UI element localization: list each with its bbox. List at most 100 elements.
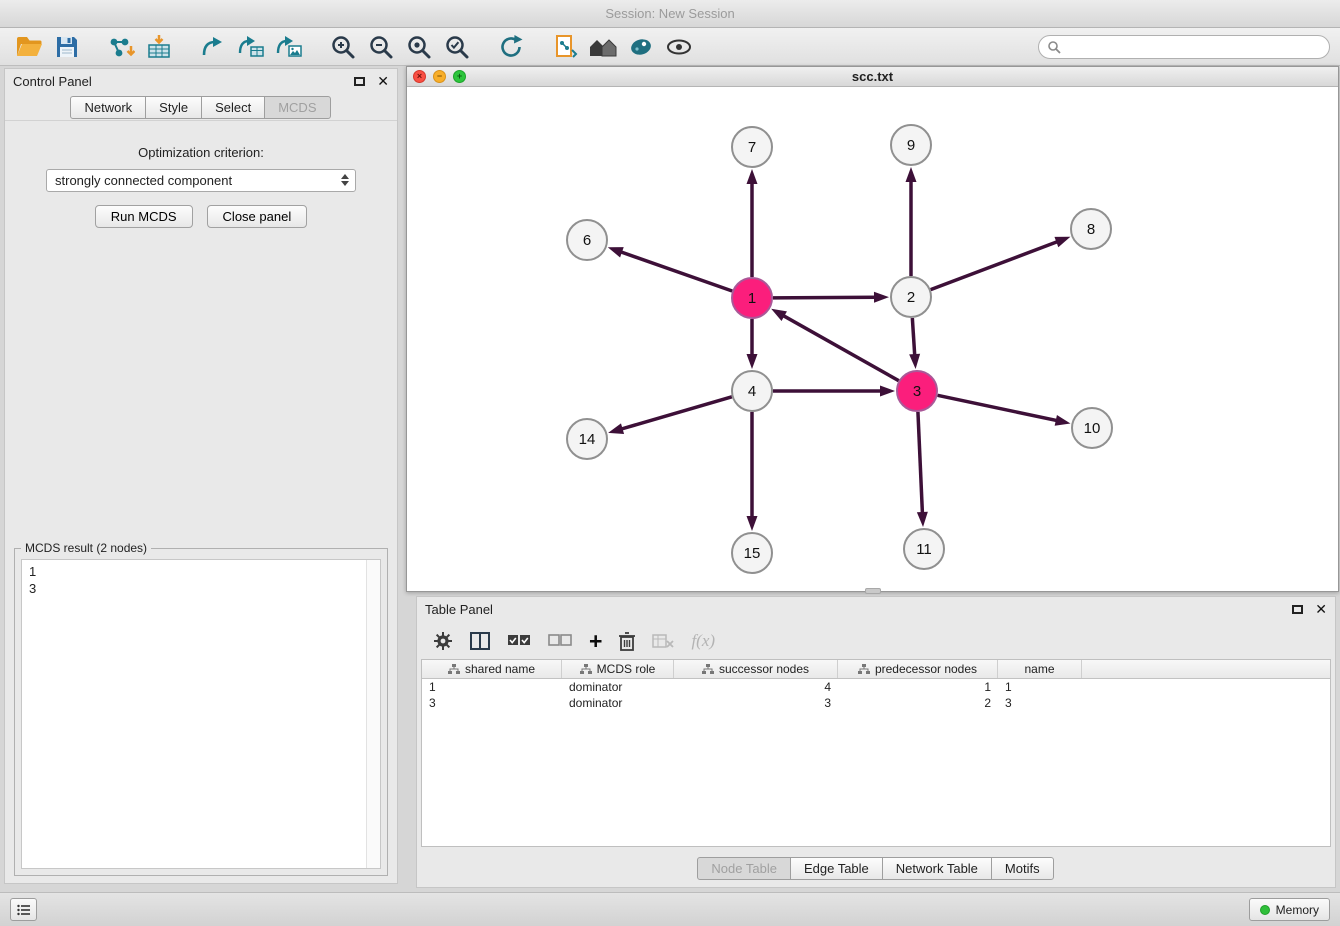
import-network-icon — [107, 34, 135, 60]
list-icon — [17, 904, 31, 916]
cell-shared-name[interactable]: 1 — [422, 680, 562, 694]
table-settings-button[interactable] — [433, 631, 453, 651]
splitter-handle[interactable] — [865, 588, 881, 594]
float-panel-icon[interactable] — [354, 77, 365, 86]
table-panel-tabs: Node Table Edge Table Network Table Moti… — [417, 857, 1335, 880]
column-header-predecessor-nodes[interactable]: predecessor nodes — [838, 660, 998, 678]
graph-edge-arrowhead — [1054, 237, 1070, 247]
graph-edge[interactable] — [782, 315, 899, 381]
zoom-in-button[interactable] — [324, 31, 362, 63]
graph-edge[interactable] — [938, 395, 1059, 421]
export-image-icon — [275, 34, 303, 60]
deselect-all-button[interactable] — [548, 634, 572, 648]
zoom-window-icon[interactable]: + — [453, 70, 466, 83]
float-table-panel-icon[interactable] — [1292, 605, 1303, 614]
refresh-layout-button[interactable] — [492, 31, 530, 63]
search-input[interactable] — [1066, 40, 1321, 54]
palette-icon — [628, 35, 654, 59]
export-image-button[interactable] — [270, 31, 308, 63]
cell-shared-name[interactable]: 3 — [422, 696, 562, 710]
unchecked-boxes-icon — [548, 634, 572, 648]
import-network-button[interactable] — [102, 31, 140, 63]
tab-select[interactable]: Select — [201, 96, 265, 119]
column-header-mcds-role[interactable]: MCDS role — [562, 660, 674, 678]
sort-tree-icon — [702, 664, 714, 675]
save-session-button[interactable] — [48, 31, 86, 63]
sort-tree-icon — [858, 664, 870, 675]
graph-edge-arrowhead — [608, 247, 624, 257]
duplicate-network-button[interactable] — [546, 31, 584, 63]
graph-edge[interactable] — [912, 318, 914, 357]
graph-edge[interactable] — [619, 251, 732, 291]
cell-successor-nodes[interactable]: 4 — [674, 680, 838, 694]
cell-successor-nodes[interactable]: 3 — [674, 696, 838, 710]
import-table-icon — [146, 34, 172, 60]
delete-column-button[interactable] — [619, 632, 635, 651]
apply-style-button[interactable] — [622, 31, 660, 63]
node-table: shared name MCDS role successor nodes pr… — [421, 659, 1331, 847]
close-panel-button[interactable]: Close panel — [207, 205, 308, 228]
sort-tree-icon — [580, 664, 592, 675]
tab-style[interactable]: Style — [145, 96, 202, 119]
export-network-button[interactable] — [194, 31, 232, 63]
graph-node-label: 6 — [583, 232, 591, 249]
network-window-titlebar: scc.txt × − + — [407, 67, 1338, 87]
toggle-visibility-button[interactable] — [660, 31, 698, 63]
column-header-successor-nodes[interactable]: successor nodes — [674, 660, 838, 678]
cell-name[interactable]: 3 — [998, 696, 1082, 710]
tab-motifs[interactable]: Motifs — [991, 857, 1054, 880]
cell-mcds-role[interactable]: dominator — [562, 680, 674, 694]
cell-predecessor-nodes[interactable]: 1 — [838, 680, 998, 694]
memory-label: Memory — [1276, 903, 1319, 917]
zoom-selected-button[interactable] — [438, 31, 476, 63]
close-window-icon[interactable]: × — [413, 70, 426, 83]
criterion-select[interactable]: strongly connected component — [46, 169, 356, 192]
graph-edge[interactable] — [620, 397, 732, 430]
result-line: 1 — [29, 563, 373, 580]
memory-button[interactable]: Memory — [1249, 898, 1330, 921]
show-columns-button[interactable] — [470, 632, 490, 650]
delete-table-button[interactable] — [652, 633, 674, 649]
mcds-result-list[interactable]: 1 3 — [21, 559, 381, 869]
table-row[interactable]: 1 dominator 4 1 1 — [422, 679, 1330, 695]
graph-edge[interactable] — [773, 297, 877, 298]
cell-predecessor-nodes[interactable]: 2 — [838, 696, 998, 710]
import-table-button[interactable] — [140, 31, 178, 63]
graph-edge-arrowhead — [747, 354, 758, 369]
network-canvas[interactable]: 7968124314101511 — [407, 87, 1338, 591]
home-networks-button[interactable] — [584, 31, 622, 63]
zoom-in-icon — [330, 34, 356, 60]
result-scrollbar[interactable] — [366, 560, 380, 868]
open-file-button[interactable] — [10, 31, 48, 63]
run-mcds-button[interactable]: Run MCDS — [95, 205, 193, 228]
task-history-button[interactable] — [10, 898, 37, 921]
zoom-out-button[interactable] — [362, 31, 400, 63]
zoom-out-icon — [368, 34, 394, 60]
delete-table-icon — [652, 633, 674, 649]
graph-edge-arrowhead — [917, 512, 928, 527]
graph-edge[interactable] — [918, 412, 923, 515]
zoom-fit-button[interactable] — [400, 31, 438, 63]
graph-edge[interactable] — [931, 241, 1060, 290]
checked-boxes-icon — [507, 634, 531, 648]
tab-node-table[interactable]: Node Table — [697, 857, 791, 880]
column-header-shared-name[interactable]: shared name — [422, 660, 562, 678]
minimize-window-icon[interactable]: − — [433, 70, 446, 83]
select-all-button[interactable] — [507, 634, 531, 648]
tab-network-table[interactable]: Network Table — [882, 857, 992, 880]
tab-edge-table[interactable]: Edge Table — [790, 857, 883, 880]
graph-edge-arrowhead — [906, 167, 917, 182]
cell-mcds-role[interactable]: dominator — [562, 696, 674, 710]
column-header-name[interactable]: name — [998, 660, 1082, 678]
add-column-button[interactable]: + — [589, 630, 602, 653]
function-builder-button[interactable]: f(x) — [691, 631, 715, 651]
cell-name[interactable]: 1 — [998, 680, 1082, 694]
export-table-button[interactable] — [232, 31, 270, 63]
graph-edge-arrowhead — [880, 386, 895, 397]
export-network-icon — [200, 34, 226, 60]
close-panel-icon[interactable]: ✕ — [377, 74, 389, 88]
table-row[interactable]: 3 dominator 3 2 3 — [422, 695, 1330, 711]
close-table-panel-icon[interactable]: ✕ — [1315, 602, 1327, 616]
tab-mcds[interactable]: MCDS — [264, 96, 330, 119]
tab-network[interactable]: Network — [70, 96, 146, 119]
